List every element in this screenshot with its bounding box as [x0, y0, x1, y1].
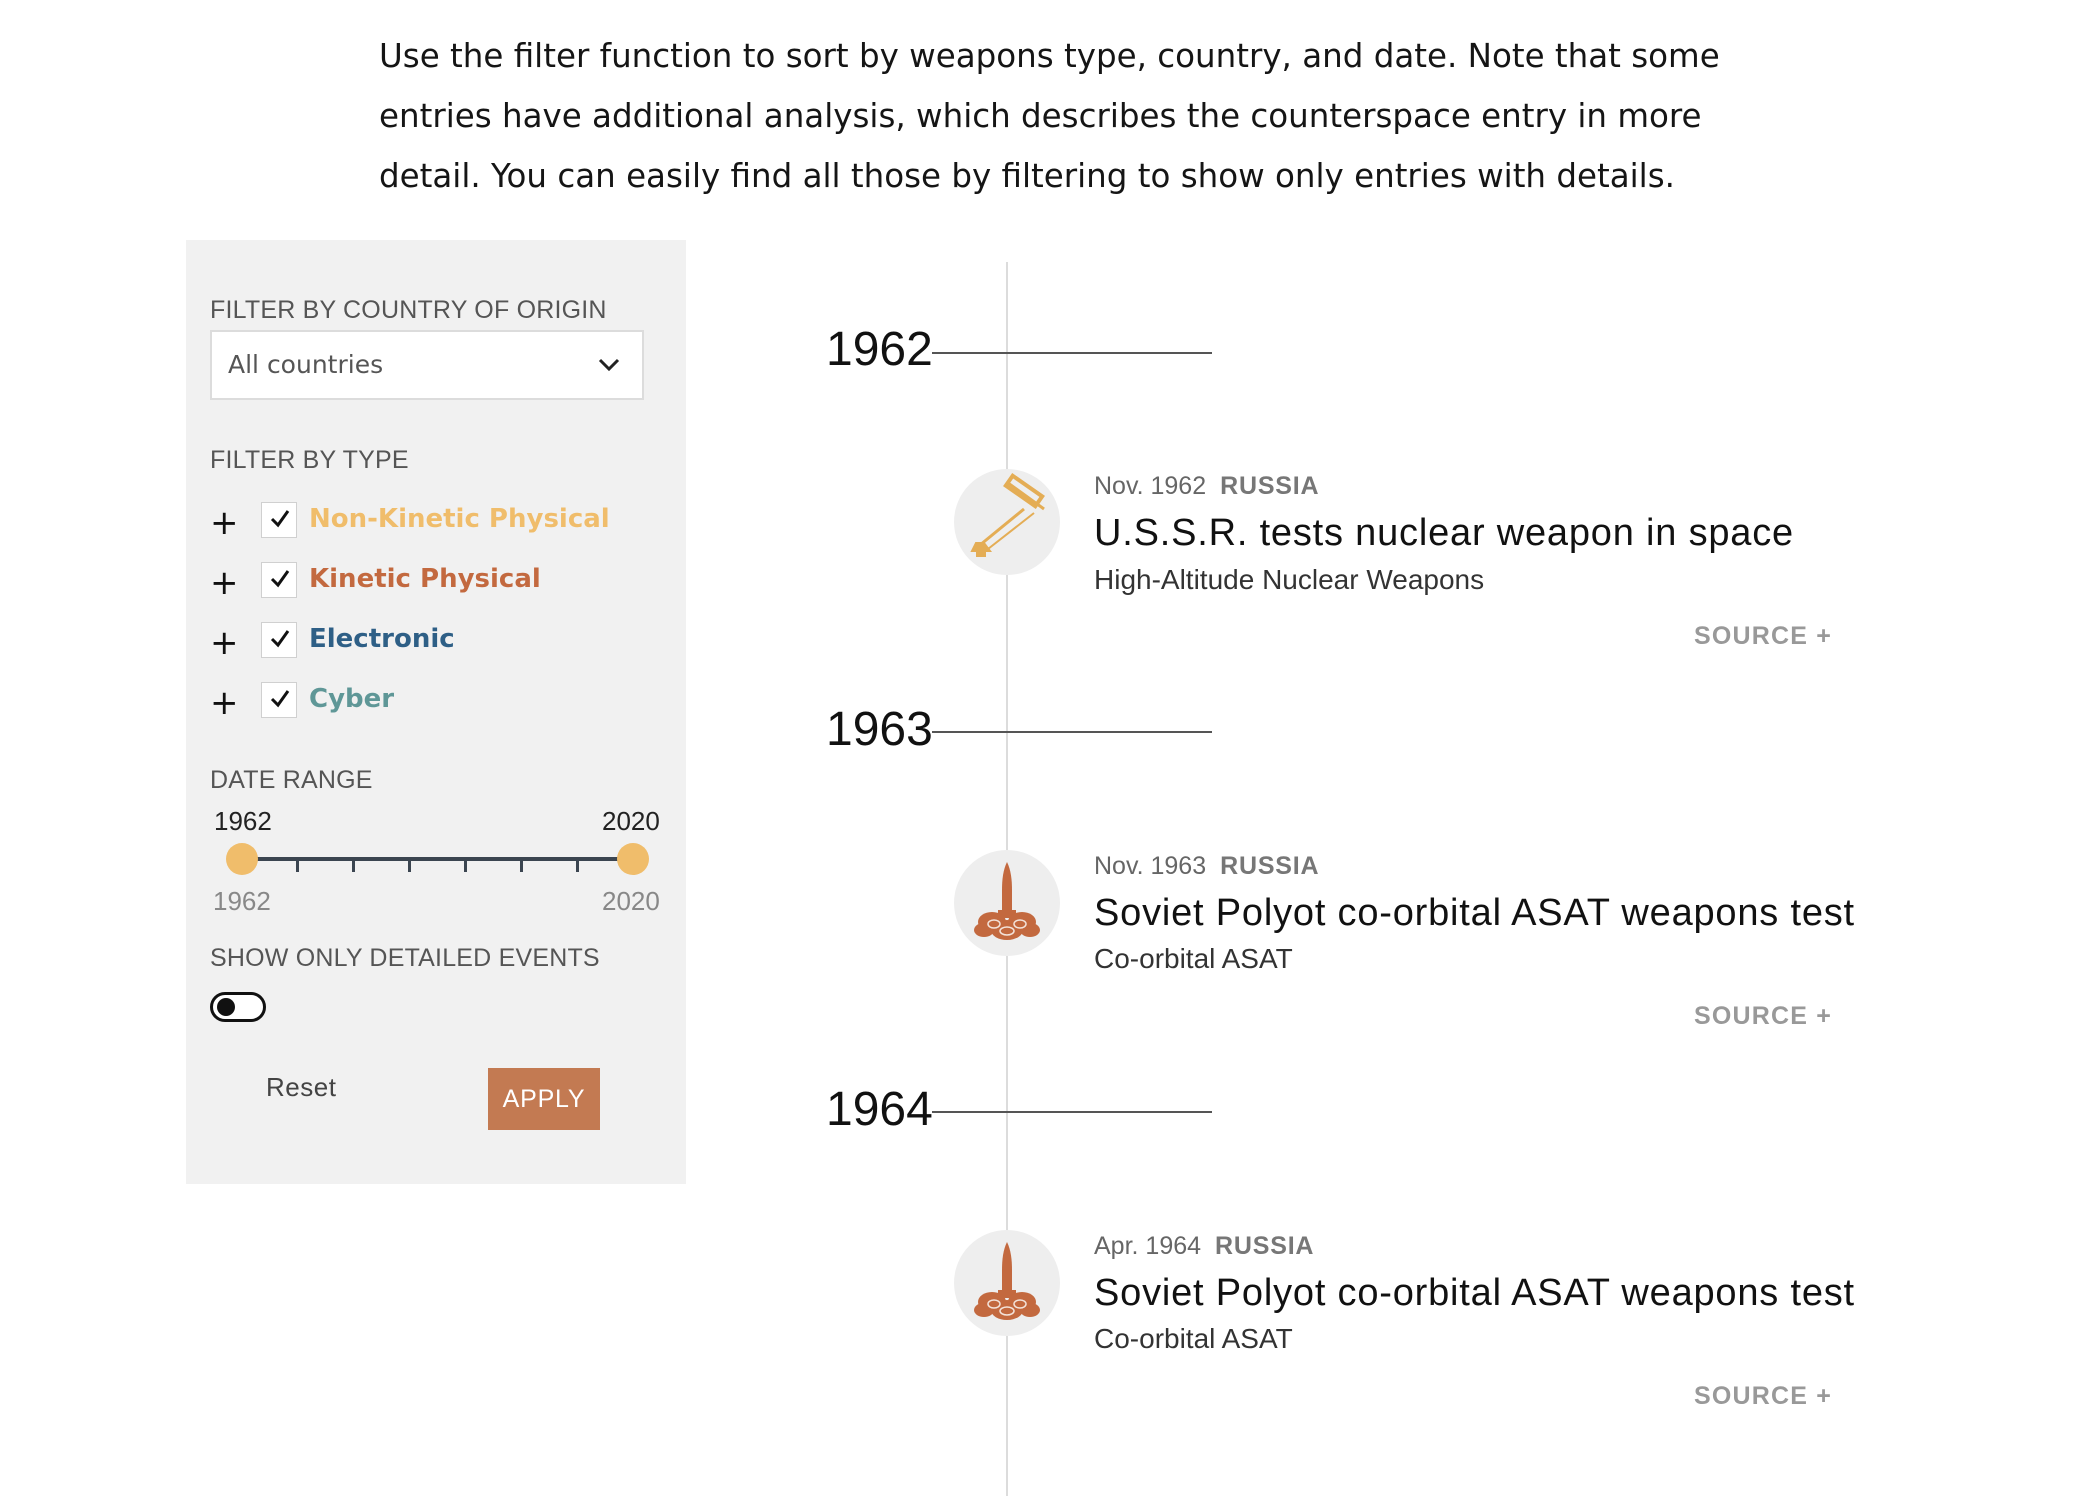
apply-button[interactable]: APPLY — [488, 1068, 600, 1130]
expand-plus-icon[interactable]: + — [210, 506, 239, 540]
range-end-value: 2020 — [602, 806, 660, 836]
event-title[interactable]: Soviet Polyot co-orbital ASAT weapons te… — [1094, 1272, 1855, 1315]
detailed-events-label: SHOW ONLY DETAILED EVENTS — [210, 944, 600, 972]
type-row-cyber: + Cyber — [210, 682, 650, 722]
date-range-label: DATE RANGE — [210, 766, 373, 794]
source-toggle[interactable]: SOURCE + — [1694, 1002, 1832, 1031]
event-country: RUSSIA — [1215, 1232, 1315, 1260]
event-country: RUSSIA — [1220, 472, 1320, 500]
event-meta: Nov. 1962 RUSSIA — [1094, 472, 1319, 501]
year-label: 1962 — [826, 323, 933, 376]
reset-button[interactable]: Reset — [266, 1072, 336, 1103]
range-min-label: 1962 — [213, 886, 271, 916]
check-icon — [270, 690, 290, 708]
checkbox-non-kinetic-physical[interactable] — [261, 502, 297, 538]
detailed-events-toggle[interactable] — [210, 992, 266, 1022]
rocket-launch-icon — [974, 862, 1040, 940]
range-start-handle[interactable] — [226, 843, 258, 875]
event-type: Co-orbital ASAT — [1094, 1323, 1293, 1354]
intro-text: Use the filter function to sort by weapo… — [379, 37, 1720, 195]
event-type: Co-orbital ASAT — [1094, 943, 1293, 974]
type-label-kinetic-physical: Kinetic Physical — [309, 564, 541, 594]
type-label-non-kinetic-physical: Non-Kinetic Physical — [309, 504, 610, 534]
slider-tick — [408, 860, 411, 872]
year-divider — [932, 731, 1212, 733]
event-icon-circle — [954, 1230, 1060, 1336]
event-country: RUSSIA — [1220, 852, 1320, 880]
expand-plus-icon[interactable]: + — [210, 626, 239, 660]
type-label-electronic: Electronic — [309, 624, 455, 654]
type-row-kinetic-physical: + Kinetic Physical — [210, 562, 650, 602]
check-icon — [270, 630, 290, 648]
check-icon — [270, 510, 290, 528]
type-label-cyber: Cyber — [309, 684, 395, 714]
check-icon — [270, 570, 290, 588]
checkbox-kinetic-physical[interactable] — [261, 562, 297, 598]
date-range-slider-track[interactable] — [242, 857, 633, 861]
source-toggle[interactable]: SOURCE + — [1694, 622, 1832, 651]
year-label: 1963 — [826, 703, 933, 756]
checkbox-electronic[interactable] — [261, 622, 297, 658]
event-meta: Apr. 1964 RUSSIA — [1094, 1232, 1314, 1261]
year-divider — [932, 1111, 1212, 1113]
event-icon-circle — [954, 850, 1060, 956]
event-title[interactable]: U.S.S.R. tests nuclear weapon in space — [1094, 512, 1794, 555]
year-label: 1964 — [826, 1083, 933, 1136]
event-icon-circle — [954, 469, 1060, 575]
event-title[interactable]: Soviet Polyot co-orbital ASAT weapons te… — [1094, 892, 1855, 935]
range-start-value: 1962 — [214, 806, 272, 836]
checkbox-cyber[interactable] — [261, 682, 297, 718]
type-filter-label: FILTER BY TYPE — [210, 446, 409, 474]
year-divider — [932, 352, 1212, 354]
expand-plus-icon[interactable]: + — [210, 566, 239, 600]
event-date: Apr. 1964 — [1094, 1232, 1202, 1260]
slider-tick — [352, 860, 355, 872]
source-toggle[interactable]: SOURCE + — [1694, 1382, 1832, 1411]
event-date: Nov. 1962 — [1094, 472, 1207, 500]
filter-panel: FILTER BY COUNTRY OF ORIGIN All countrie… — [186, 240, 686, 1184]
expand-plus-icon[interactable]: + — [210, 686, 239, 720]
slider-tick — [296, 860, 299, 872]
event-type: High-Altitude Nuclear Weapons — [1094, 564, 1485, 595]
slider-tick — [576, 860, 579, 872]
type-row-non-kinetic-physical: + Non-Kinetic Physical — [210, 502, 650, 542]
event-date: Nov. 1963 — [1094, 852, 1207, 880]
toggle-knob — [217, 998, 235, 1016]
country-select-value: All countries — [228, 350, 384, 379]
satellite-beam-icon — [970, 472, 1045, 557]
chevron-down-icon — [598, 358, 620, 372]
slider-tick — [520, 860, 523, 872]
slider-tick — [464, 860, 467, 872]
type-row-electronic: + Electronic — [210, 622, 650, 662]
event-meta: Nov. 1963 RUSSIA — [1094, 852, 1319, 881]
range-max-label: 2020 — [602, 886, 660, 916]
rocket-launch-icon — [974, 1242, 1040, 1320]
country-select[interactable]: All countries — [210, 330, 644, 400]
country-filter-label: FILTER BY COUNTRY OF ORIGIN — [210, 296, 607, 324]
range-end-handle[interactable] — [617, 843, 649, 875]
